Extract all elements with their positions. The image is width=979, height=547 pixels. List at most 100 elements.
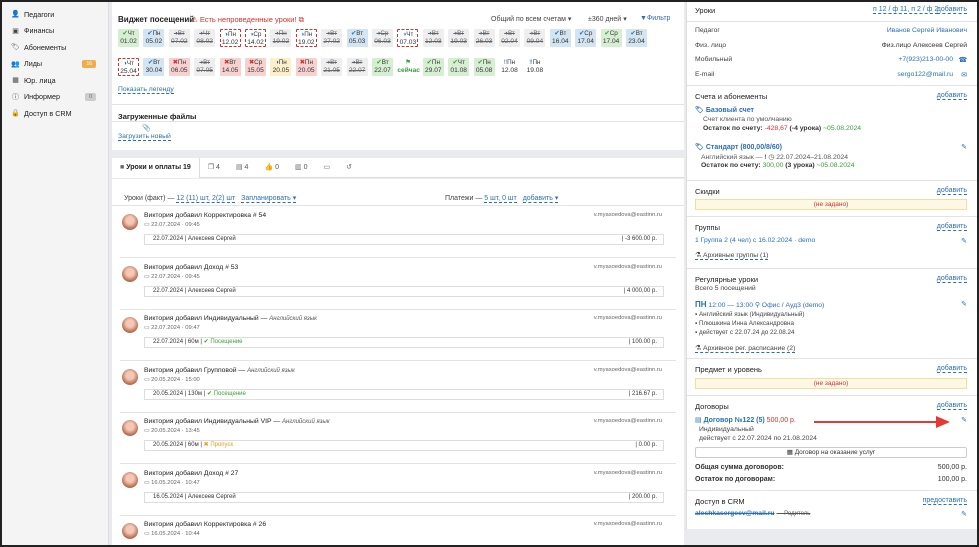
show-legend-link[interactable]: Показать легенду [118, 86, 174, 94]
attendance-cell[interactable]: ✖Ср 15.05 [245, 58, 266, 76]
attendance-cell[interactable]: ✔Вт 22.07 [372, 58, 393, 76]
attendance-cell[interactable]: ◑Пн 12.02 [219, 29, 241, 47]
edit-regular-icon[interactable]: ✎ [961, 300, 967, 308]
standard-subscription-link[interactable]: 🏷 Стандарт (800,00/8/60) [695, 143, 782, 151]
attendance-cell[interactable]: ◑Вт 19.03 [448, 29, 470, 47]
phone-icon[interactable]: ☎ [959, 56, 967, 64]
filter-button[interactable]: ▼Фильтр [640, 15, 670, 22]
sidebar-item-0[interactable]: 👤 Педагоги [2, 6, 108, 23]
entry-detail-bar[interactable]: 20.05.2024 | 130м | ✔ Посещение | 216.67 … [144, 388, 664, 400]
archive-icon: ⚗ [695, 252, 702, 259]
attendance-cell[interactable]: ◑Ср 06.03 [372, 29, 393, 47]
attendance-cell[interactable]: ◑Пн 19.02 [295, 29, 317, 47]
contract-service-button[interactable]: ▦ Договор на оказание услуг [695, 447, 967, 458]
attendance-cell[interactable]: ◑Вт 12.03 [422, 29, 444, 47]
attendance-cell[interactable]: ◑Чт 25.04 [118, 58, 139, 76]
grant-access-link[interactable]: предоставить [922, 497, 967, 505]
sidebar-item-1[interactable]: ▣ Финансы [2, 23, 108, 40]
tab-6[interactable]: ↺ [338, 158, 360, 178]
attendance-cell[interactable]: ◑Вт 02.04 [499, 29, 520, 47]
tab-2[interactable]: ▤ 4 [228, 158, 256, 178]
tab-1[interactable]: ❐ 4 [200, 158, 228, 178]
tab-5[interactable]: ▭ [316, 158, 339, 178]
period-select[interactable]: ±360 дней ▾ [588, 15, 627, 23]
attendance-cell[interactable]: ✔Пн 05.02 [143, 29, 165, 47]
edit-group-icon[interactable]: ✎ [961, 237, 967, 245]
sidebar-item-4[interactable]: ▦ Юр. лица [2, 72, 108, 89]
crm-email[interactable]: aleshkasergeev@mail.ru [695, 510, 775, 517]
cell-weekday: Ср [609, 30, 618, 37]
entry-detail-bar[interactable]: 22.07.2024 | 60м | ✔ Посещение | 100.00 р… [144, 337, 664, 348]
account-filter-select[interactable]: Общий по всем счетам ▾ [491, 15, 571, 23]
attendance-cell[interactable]: ✔Пн 29.07 [422, 58, 444, 76]
attendance-cell[interactable]: ✔Ср 17.04 [575, 29, 597, 47]
sidebar-item-6[interactable]: 🔒 Доступ в CRM [2, 105, 108, 122]
edit-crm-icon[interactable]: ✎ [961, 510, 967, 518]
attendance-cell[interactable]: ◑Чт 07.03 [397, 29, 419, 47]
add-account-link[interactable]: добавить [936, 92, 967, 100]
info-value[interactable]: +7(923)213-00-00 [898, 56, 953, 63]
attendance-cell[interactable]: ✔Вт 23.04 [626, 29, 647, 47]
attendance-cell[interactable]: ◑Чт 08.02 [194, 29, 216, 47]
group-link[interactable]: 1 Группа 2 (4 чел) с 16.02.2024 · demo [695, 237, 815, 244]
add-lesson-link[interactable]: добавить [936, 6, 967, 14]
sidebar-item-label: Информер [24, 92, 60, 102]
attendance-cell[interactable]: ✖Пн 20.05 [295, 58, 317, 76]
attendance-cell[interactable]: ◑Вт 09.04 [524, 29, 546, 47]
regular-lesson-link[interactable]: ПН 12:00 — 13:00 ⚲ Офис / Ауд3 (demo) [695, 300, 824, 309]
edit-subscription-icon[interactable]: ✎ [961, 143, 967, 151]
sidebar-item-3[interactable]: 👥 Лиды 16 [2, 56, 108, 73]
archive-groups-link[interactable]: ⚗ Архивные группы (1) [695, 251, 769, 260]
attendance-cell[interactable]: ✔Чт 01.02 [118, 29, 139, 47]
add-regular-link[interactable]: добавить [936, 275, 967, 283]
add-discount-link[interactable]: добавить [936, 187, 967, 195]
cell-weekday: Вт [355, 59, 363, 66]
entry-detail-bar[interactable]: 22.07.2024 | Алексеев Сергей | 4 000,00 … [144, 285, 664, 297]
attendance-cell[interactable]: ✖Вт 14.05 [219, 58, 241, 76]
entry-detail-bar[interactable]: 20.05.2024 | 60м | ✖ Пропуск | 0.00 р. [144, 440, 664, 451]
payments-count-link[interactable]: 5 шт, 0 шт [484, 195, 517, 203]
attendance-cell[interactable]: ◑Вт 22.07 [346, 58, 368, 76]
mail-icon[interactable]: ✉ [961, 71, 967, 79]
sidebar-item-5[interactable]: ⓘ Информер 0 [2, 89, 108, 106]
plan-dropdown[interactable]: Запланировать ▾ [241, 195, 297, 203]
attendance-cell[interactable]: ◑Ср 14.02 [245, 29, 266, 47]
info-value[interactable]: sergo122@mail.ru [897, 71, 953, 78]
attendance-cell[interactable]: ‼Пн 12.08 [499, 58, 520, 76]
tab-3[interactable]: 👍 0 [256, 158, 287, 178]
attendance-cell[interactable]: ✔Пн 05.08 [473, 58, 495, 76]
attendance-cell[interactable]: ✔Ср 17.04 [600, 29, 622, 47]
add-contract-link[interactable]: добавить [936, 402, 967, 410]
attendance-cell[interactable]: ✔Вт 30.04 [143, 58, 165, 76]
add-group-link[interactable]: добавить [936, 223, 967, 231]
add-subject-link[interactable]: добавить [936, 365, 967, 373]
sidebar-item-2[interactable]: 🏷 Абонементы [2, 39, 108, 56]
attendance-cell[interactable]: ◑Вт 21.05 [321, 58, 343, 76]
attendance-cell[interactable]: ◑Вт 27.02 [321, 29, 343, 47]
info-value[interactable]: Иванов Сергей Иванович [887, 27, 967, 34]
attendance-cell[interactable]: ◑Пн 20.05 [270, 58, 292, 76]
unprocessed-warning[interactable]: ⚠ Есть непроведенные уроки! ⧉ [191, 15, 304, 25]
base-account-link[interactable]: 🏷 Базовый счет [695, 106, 754, 114]
attendance-cell[interactable]: ◑Вт 07.02 [168, 29, 190, 47]
attendance-cell[interactable]: ◑Вт 07.05 [194, 58, 216, 76]
attendance-cell[interactable]: ✖Пн 06.05 [168, 58, 190, 76]
attendance-cell[interactable]: ◑Вт 26.03 [473, 29, 495, 47]
archive-schedule-link[interactable]: ⚗ Архивное рег. расписание (2) [695, 344, 796, 353]
attendance-cell[interactable]: ⚑ сейчас [397, 58, 420, 76]
entry-detail-bar[interactable]: 16.05.2024 | Алексеев Сергей | 200.00 р. [144, 491, 664, 503]
attendance-cell[interactable]: ✔Вт 05.03 [346, 29, 368, 47]
upload-new-link[interactable]: Загрузить новый [118, 133, 171, 141]
add-payment-dropdown[interactable]: добавить ▾ [522, 195, 559, 203]
lessons-stats-link[interactable]: п 12 / ф 11, п 2 / ф 2 [873, 6, 939, 14]
entry-detail-bar[interactable]: 22.07.2024 | Алексеев Сергей | -3 600.00… [144, 234, 664, 245]
attendance-cell[interactable]: ✔Вт 16.04 [549, 29, 571, 47]
tab-0[interactable]: ■ Уроки и оплаты 19 [112, 157, 200, 178]
contract-link[interactable]: ▤ Договор №122 (5) 500,00 р. [695, 416, 796, 424]
attendance-cell[interactable]: ✔Чт 01.08 [448, 58, 470, 76]
edit-contract-icon[interactable]: ✎ [961, 416, 967, 424]
tab-4[interactable]: ▥ 0 [287, 158, 315, 178]
lessons-count-link[interactable]: 12 (11) шт, 2(2) шт [176, 195, 236, 203]
attendance-cell[interactable]: ‼Пн 19.08 [524, 58, 546, 76]
attendance-cell[interactable]: ◑Пн 19.02 [270, 29, 292, 47]
